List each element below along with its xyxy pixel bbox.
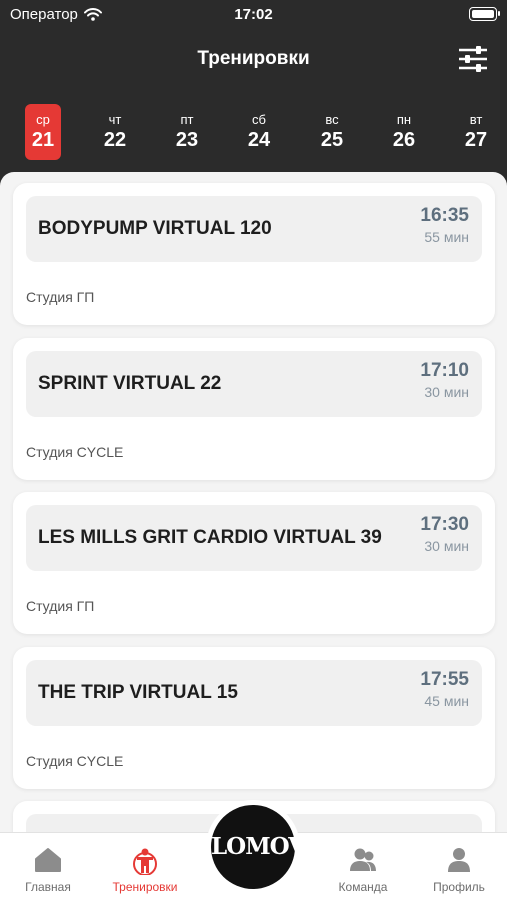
workout-studio: Студия ГП bbox=[26, 598, 95, 614]
day-item-24[interactable]: сб 24 bbox=[241, 104, 277, 160]
workout-card[interactable]: BODYPUMP VIRTUAL 120 16:35 55 мин Студия… bbox=[13, 183, 495, 325]
day-weekday: чт bbox=[108, 112, 122, 127]
filter-sliders-icon bbox=[459, 46, 487, 72]
day-selector: ср 21 чт 22 пт 23 сб 24 вс 25 пн 26 вт 2… bbox=[0, 104, 507, 160]
workout-duration: 30 мин bbox=[424, 384, 469, 400]
home-icon bbox=[35, 848, 61, 872]
day-item-22[interactable]: чт 22 bbox=[97, 104, 133, 160]
day-number: 27 bbox=[464, 129, 488, 151]
status-time: 17:02 bbox=[234, 6, 273, 23]
day-weekday: сб bbox=[252, 112, 266, 127]
team-icon bbox=[350, 848, 376, 871]
tab-team-label: Команда bbox=[338, 880, 388, 894]
workout-time: 17:10 bbox=[420, 360, 469, 381]
day-item-26[interactable]: пн 26 bbox=[386, 104, 422, 160]
workout-time: 17:30 bbox=[420, 514, 469, 535]
workout-card-header: BODYPUMP VIRTUAL 120 16:35 55 мин bbox=[26, 196, 482, 262]
nav-bar: Тренировки bbox=[0, 40, 507, 80]
workout-time: 17:55 bbox=[420, 669, 469, 690]
tab-workouts[interactable]: Тренировки bbox=[100, 833, 190, 900]
tab-home[interactable]: Главная bbox=[3, 833, 93, 900]
workout-figure-icon bbox=[133, 848, 157, 875]
workout-card[interactable]: LES MILLS GRIT CARDIO VIRTUAL 39 17:30 3… bbox=[13, 492, 495, 634]
workout-name: SPRINT VIRTUAL 22 bbox=[38, 373, 222, 394]
workout-studio: Студия CYCLE bbox=[26, 753, 124, 769]
tab-team[interactable]: Команда bbox=[318, 833, 408, 900]
workout-duration: 45 мин bbox=[424, 693, 469, 709]
filter-button[interactable] bbox=[457, 45, 489, 73]
day-number: 25 bbox=[320, 129, 344, 151]
workout-name: BODYPUMP VIRTUAL 120 bbox=[38, 218, 272, 239]
day-number: 23 bbox=[175, 129, 199, 151]
logo-button[interactable]: LOMOV bbox=[206, 800, 306, 894]
workout-duration: 55 мин bbox=[424, 229, 469, 245]
workout-studio: Студия ГП bbox=[26, 289, 95, 305]
tab-home-label: Главная bbox=[25, 880, 71, 894]
day-item-21[interactable]: ср 21 bbox=[25, 104, 61, 160]
workout-list[interactable]: BODYPUMP VIRTUAL 120 16:35 55 мин Студия… bbox=[0, 172, 507, 900]
workout-card-header: LES MILLS GRIT CARDIO VIRTUAL 39 17:30 3… bbox=[26, 505, 482, 571]
workout-card-header: SPRINT VIRTUAL 22 17:10 30 мин bbox=[26, 351, 482, 417]
day-weekday: ср bbox=[36, 112, 50, 127]
day-weekday: пт bbox=[180, 112, 194, 127]
workout-name: LES MILLS GRIT CARDIO VIRTUAL 39 bbox=[38, 527, 382, 548]
profile-icon bbox=[448, 848, 470, 872]
day-number: 22 bbox=[103, 129, 127, 151]
workout-card-header: THE TRIP VIRTUAL 15 17:55 45 мин bbox=[26, 660, 482, 726]
tab-workouts-label: Тренировки bbox=[112, 880, 178, 894]
status-bar: Оператор 17:02 bbox=[0, 0, 507, 30]
workout-studio: Студия CYCLE bbox=[26, 444, 124, 460]
workout-card[interactable]: THE TRIP VIRTUAL 15 17:55 45 мин Студия … bbox=[13, 647, 495, 789]
day-item-25[interactable]: вс 25 bbox=[314, 104, 350, 160]
day-number: 24 bbox=[247, 129, 271, 151]
day-number: 26 bbox=[392, 129, 416, 151]
workout-name: THE TRIP VIRTUAL 15 bbox=[38, 682, 238, 703]
logo-mark: LOMOV bbox=[211, 805, 306, 889]
workout-duration: 30 мин bbox=[424, 538, 469, 554]
tab-profile-label: Профиль bbox=[433, 880, 485, 894]
day-number: 21 bbox=[31, 129, 55, 151]
day-weekday: вс bbox=[325, 112, 339, 127]
workout-time: 16:35 bbox=[420, 205, 469, 226]
day-item-23[interactable]: пт 23 bbox=[169, 104, 205, 160]
workout-card[interactable]: SPRINT VIRTUAL 22 17:10 30 мин Студия CY… bbox=[13, 338, 495, 480]
page-title: Тренировки bbox=[197, 48, 310, 69]
tab-profile[interactable]: Профиль bbox=[414, 833, 504, 900]
day-item-27[interactable]: вт 27 bbox=[458, 104, 494, 160]
day-weekday: пн bbox=[396, 112, 412, 127]
day-weekday: вт bbox=[469, 112, 483, 127]
battery-icon bbox=[469, 7, 500, 21]
